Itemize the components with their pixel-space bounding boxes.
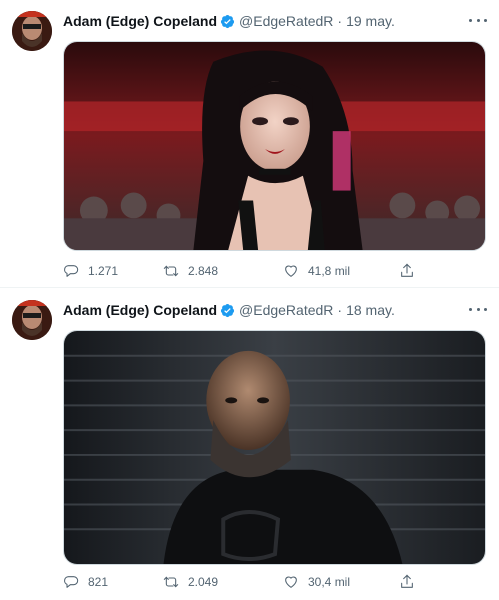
tweet[interactable]: Adam (Edge) Copeland @EdgeRatedR · 18 ma… — [0, 289, 499, 600]
photo-woman-dark-hair-arena — [64, 42, 485, 250]
reply-button[interactable]: 1.271 — [63, 261, 118, 281]
like-count: 30,4 mil — [308, 575, 351, 589]
tweet[interactable]: Adam (Edge) Copeland @EdgeRatedR · 19 ma… — [0, 0, 499, 288]
tweet-actions: 821 2.049 30,4 mil — [63, 572, 423, 592]
like-button[interactable]: 30,4 mil — [283, 572, 350, 592]
separator-dot: · — [337, 13, 343, 29]
reply-icon — [64, 265, 79, 277]
like-button[interactable]: 41,8 mil — [283, 261, 350, 281]
author-name[interactable]: Adam (Edge) Copeland — [63, 302, 217, 318]
photo-bearded-wrestler-dark-stage — [64, 331, 485, 564]
tweet-date[interactable]: 18 may. — [346, 302, 395, 318]
retweet-count: 2.049 — [188, 575, 219, 589]
reply-count: 821 — [88, 575, 109, 589]
verified-badge-icon — [220, 14, 235, 28]
like-count: 41,8 mil — [308, 264, 351, 278]
retweet-icon — [163, 265, 179, 277]
tweet-photo[interactable] — [63, 330, 486, 565]
separator-dot: · — [337, 302, 343, 318]
more-options-icon[interactable] — [469, 12, 487, 28]
tweet-photo[interactable] — [63, 41, 486, 251]
author-name[interactable]: Adam (Edge) Copeland — [63, 13, 217, 29]
reply-count: 1.271 — [88, 264, 119, 278]
profile-avatar-icon — [12, 300, 52, 340]
author-handle[interactable]: @EdgeRatedR — [239, 13, 333, 29]
share-icon — [401, 574, 413, 588]
avatar[interactable] — [12, 300, 52, 340]
heart-icon — [285, 576, 297, 588]
tweet-actions: 1.271 2.848 41,8 mil — [63, 261, 423, 281]
share-button[interactable] — [399, 261, 424, 281]
share-button[interactable] — [399, 572, 424, 592]
author-handle[interactable]: @EdgeRatedR — [239, 302, 333, 318]
reply-button[interactable]: 821 — [63, 572, 108, 592]
share-icon — [401, 263, 413, 277]
avatar[interactable] — [12, 11, 52, 51]
verified-badge-icon — [220, 303, 235, 317]
tweet-date[interactable]: 19 may. — [346, 13, 395, 29]
retweet-button[interactable]: 2.848 — [163, 261, 218, 281]
reply-icon — [64, 576, 79, 588]
profile-avatar-icon — [12, 11, 52, 51]
retweet-icon — [163, 576, 179, 588]
heart-icon — [285, 265, 297, 277]
retweet-button[interactable]: 2.049 — [163, 572, 218, 592]
more-options-icon[interactable] — [469, 301, 487, 317]
tweet-header: Adam (Edge) Copeland @EdgeRatedR · 18 ma… — [63, 300, 395, 320]
tweet-header: Adam (Edge) Copeland @EdgeRatedR · 19 ma… — [63, 11, 395, 31]
retweet-count: 2.848 — [188, 264, 219, 278]
